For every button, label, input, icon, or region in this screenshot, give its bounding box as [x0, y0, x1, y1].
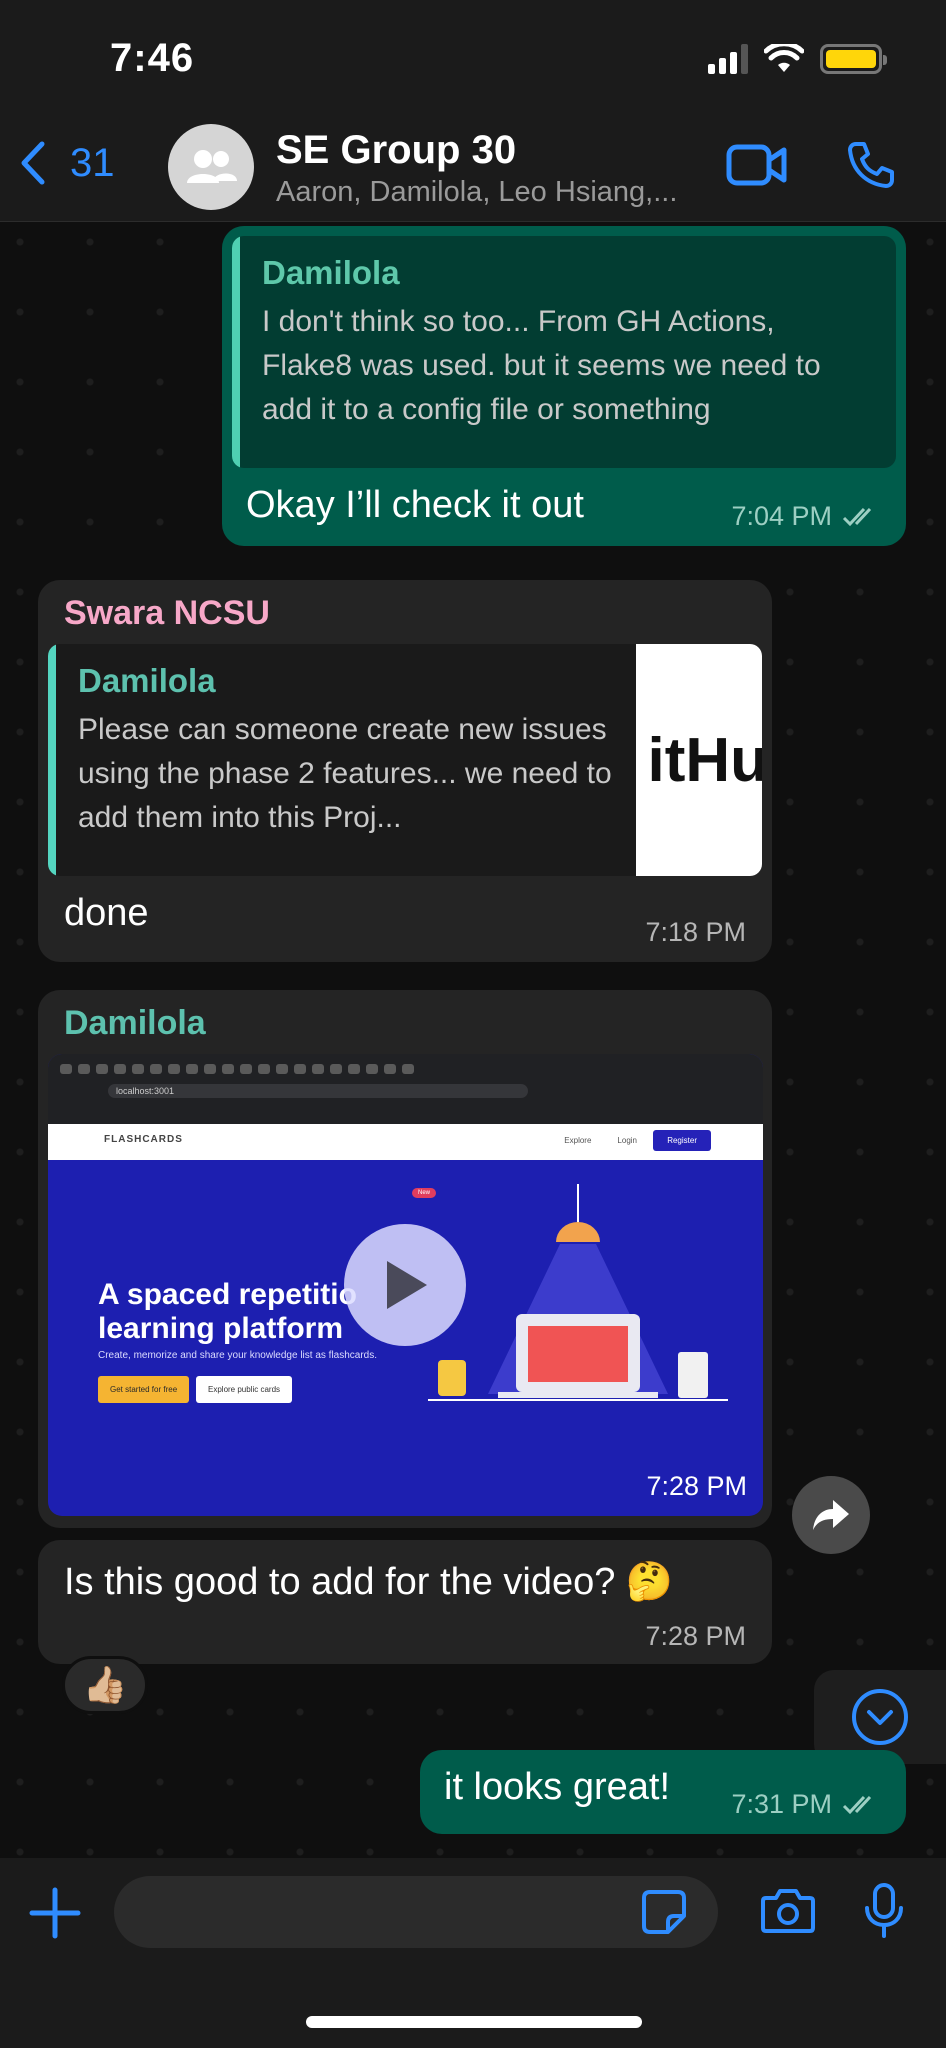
quote-author: Damilola — [78, 662, 216, 699]
message-meta: 7:31 PM — [731, 1789, 880, 1820]
message-text: Okay I’ll check it out — [246, 484, 584, 526]
microphone-icon — [865, 1883, 903, 1938]
double-check-icon — [842, 507, 872, 526]
unread-count: 31 — [70, 140, 115, 185]
message-bubble-incoming[interactable]: Damilola localhost:3001 FLASHCARDS Explo… — [38, 990, 772, 1528]
message-time: 7:28 PM — [645, 1621, 746, 1651]
phone-icon — [848, 142, 894, 188]
group-icon — [187, 150, 237, 183]
play-icon — [387, 1261, 427, 1309]
message-time: 7:04 PM — [731, 501, 832, 531]
message-meta: 7:04 PM — [731, 501, 880, 532]
video-site-header: FLASHCARDS Explore Login Register — [48, 1124, 763, 1160]
message-input[interactable] — [114, 1876, 718, 1948]
video-call-button[interactable] — [726, 144, 788, 191]
reaction-badge[interactable]: 👍🏼 — [62, 1656, 148, 1714]
video-hero-title-line1: A spaced repetitio — [98, 1278, 357, 1311]
camera-icon — [761, 1889, 815, 1933]
forward-arrow-icon — [813, 1500, 849, 1530]
message-bubble-incoming[interactable]: Swara NCSU Damilola Please can someone c… — [38, 580, 772, 962]
thumbnail-text: itHu — [647, 725, 762, 795]
video-hero-subtitle: Create, memorize and share your knowledg… — [98, 1350, 378, 1361]
wifi-icon — [764, 44, 804, 72]
laptop-illustration-icon — [428, 1184, 728, 1401]
status-time: 7:46 — [110, 36, 195, 80]
sticker-icon — [642, 1890, 686, 1934]
status-icons — [708, 44, 887, 74]
video-register: Register — [653, 1130, 711, 1151]
video-site-logo: FLASHCARDS — [104, 1134, 183, 1145]
quoted-message[interactable]: Damilola Please can someone create new i… — [48, 644, 762, 876]
video-nav-explore: Explore — [564, 1136, 592, 1145]
chat-header: 31 SE Group 30 Aaron, Damilola, Leo Hsia… — [0, 110, 946, 222]
status-bar: 7:46 — [0, 0, 946, 110]
message-meta: 7:28 PM — [645, 1621, 746, 1652]
quote-text: I don't think so too... From GH Actions,… — [262, 305, 821, 426]
quote-author: Damilola — [262, 254, 400, 291]
message-meta: 7:18 PM — [645, 917, 746, 948]
home-indicator — [306, 2016, 642, 2028]
cellular-signal-icon — [708, 44, 748, 74]
sender-name[interactable]: Swara NCSU — [64, 594, 270, 633]
sender-name[interactable]: Damilola — [64, 1004, 206, 1043]
video-nav-login: Login — [617, 1136, 637, 1145]
chevron-down-circle-icon — [852, 1689, 908, 1745]
chat-members[interactable]: Aaron, Damilola, Leo Hsiang,... — [276, 176, 677, 209]
message-time: 7:31 PM — [731, 1789, 832, 1819]
thumbs-up-icon: 👍🏼 — [82, 1664, 128, 1705]
message-time: 7:28 PM — [646, 1471, 747, 1501]
message-text: it looks great! — [444, 1766, 670, 1808]
plus-icon — [29, 1887, 81, 1939]
video-explore-button: Explore public cards — [196, 1376, 293, 1403]
quote-thumbnail: itHu — [636, 644, 762, 876]
back-button[interactable]: 31 — [18, 140, 115, 186]
message-bubble-outgoing[interactable]: Damilola I don't think so too... From GH… — [222, 226, 906, 546]
message-bubble-outgoing[interactable]: it looks great! 7:31 PM — [420, 1750, 906, 1834]
chat-area[interactable]: Damilola I don't think so too... From GH… — [0, 222, 946, 1858]
message-bubble-incoming[interactable]: Is this good to add for the video? 🤔 7:2… — [38, 1540, 772, 1664]
battery-icon — [820, 44, 887, 74]
video-url-text: localhost:3001 — [108, 1084, 528, 1098]
message-text: Is this good to add for the video? 🤔 — [64, 1561, 674, 1603]
video-hero-title-line2: learning platform — [98, 1312, 344, 1345]
composer-bar — [0, 1858, 946, 2048]
message-text: done — [64, 892, 149, 934]
double-check-icon — [842, 1795, 872, 1814]
quoted-message[interactable]: Damilola I don't think so too... From GH… — [232, 236, 896, 468]
video-attachment[interactable]: localhost:3001 FLASHCARDS Explore Login … — [48, 1054, 763, 1516]
group-avatar[interactable] — [168, 124, 254, 210]
video-camera-icon — [726, 144, 787, 186]
voice-call-button[interactable] — [846, 140, 896, 195]
sticker-button[interactable] — [640, 1888, 688, 1941]
chevron-left-icon — [21, 141, 45, 185]
quote-text: Please can someone create new issues usi… — [78, 713, 612, 834]
forward-button[interactable] — [792, 1476, 870, 1554]
play-button[interactable] — [344, 1224, 466, 1346]
attach-button[interactable] — [28, 1886, 82, 1945]
video-start-button: Get started for free — [98, 1376, 190, 1403]
chat-title[interactable]: SE Group 30 — [276, 128, 516, 173]
microphone-button[interactable] — [862, 1882, 906, 1945]
camera-button[interactable] — [760, 1886, 816, 1939]
message-time: 7:18 PM — [645, 917, 746, 947]
video-browser-bar: localhost:3001 — [48, 1054, 763, 1124]
video-hero-title: A spaced repetitio learning platform — [98, 1278, 357, 1346]
